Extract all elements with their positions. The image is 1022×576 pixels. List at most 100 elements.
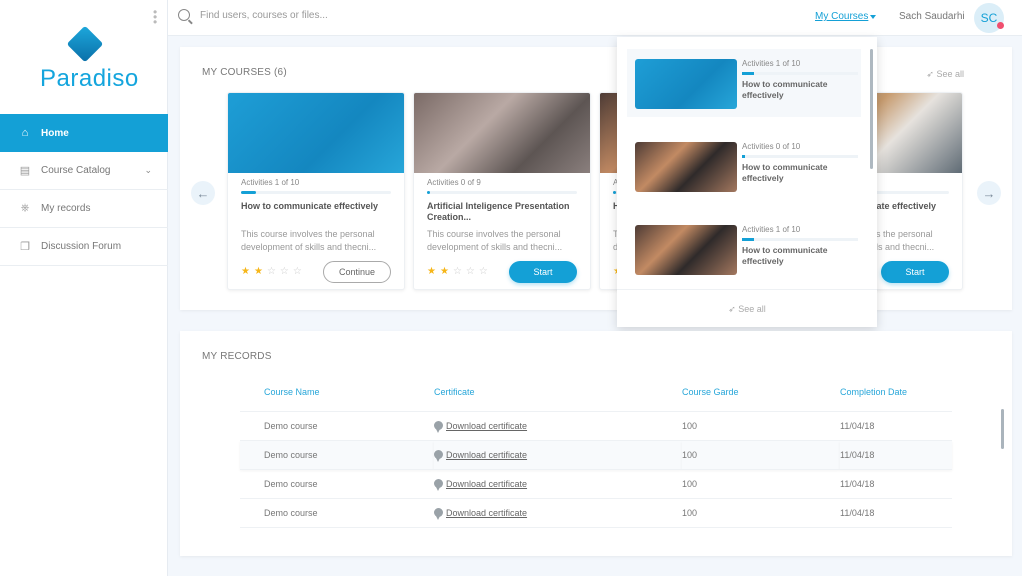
sidebar-item-home[interactable]: ⌂ Home — [0, 114, 168, 152]
certificate-cell: Download certificate — [434, 440, 682, 470]
progress-fill — [613, 191, 616, 194]
course-image[interactable] — [228, 93, 404, 173]
certificate-cell: Download certificate — [434, 498, 682, 528]
my-courses-panel: MY COURSES (6) ➶ See all ← → Activities … — [180, 47, 1012, 310]
star-icon[interactable]: ★ — [254, 266, 267, 277]
dropdown-course-item[interactable]: Activities 1 of 10 How to communicate ef… — [627, 49, 861, 117]
star-icon[interactable]: ☆ — [280, 266, 293, 277]
my-courses-dropdown: Activities 1 of 10 How to communicate ef… — [617, 37, 877, 327]
progress-fill — [427, 191, 430, 194]
course-title: How to communicate effectively — [742, 162, 828, 183]
dropdown-course-item[interactable]: Activities 1 of 10 How to communicate ef… — [627, 215, 861, 283]
completion-date-cell: 11/04/18 — [840, 440, 952, 470]
more-options-icon[interactable]: • • • — [153, 6, 157, 28]
table-row[interactable]: Demo course Download certificate 100 11/… — [240, 440, 952, 470]
star-icon[interactable]: ☆ — [453, 266, 466, 277]
course-title: How to communicate effectively — [742, 79, 828, 100]
chevron-down-icon[interactable]: ⌄ — [144, 165, 152, 176]
star-icon[interactable]: ☆ — [267, 266, 280, 277]
dropdown-see-all-link[interactable]: ➶ See all — [617, 289, 877, 327]
activities-count: Activities 1 of 10 — [241, 178, 300, 187]
dropdown-scrollbar[interactable] — [870, 49, 873, 169]
start-button[interactable]: Start — [881, 261, 949, 283]
star-icon[interactable]: ★ — [440, 266, 453, 277]
rating-stars: ★★☆☆☆ — [241, 266, 306, 277]
activities-count: Activities 0 of 9 — [427, 178, 481, 187]
start-button[interactable]: Start — [509, 261, 577, 283]
grade-cell: 100 — [682, 498, 840, 528]
dropdown-course-item[interactable]: Activities 0 of 10 How to communicate ef… — [627, 132, 861, 200]
grade-cell: 100 — [682, 469, 840, 499]
certificate-cell: Download certificate — [434, 411, 682, 441]
download-certificate-link[interactable]: Download certificate — [446, 450, 527, 460]
star-icon[interactable]: ☆ — [479, 266, 492, 277]
carousel-next-button[interactable]: → — [977, 181, 1001, 205]
records-table: Course Name Certificate Course Garde Com… — [240, 373, 952, 528]
my-courses-link[interactable]: My Courses — [815, 11, 868, 22]
records-scrollbar[interactable] — [1001, 409, 1004, 449]
star-icon[interactable]: ★ — [427, 266, 440, 277]
course-image[interactable] — [414, 93, 590, 173]
star-icon[interactable]: ☆ — [293, 266, 306, 277]
course-name-cell: Demo course — [240, 411, 434, 441]
user-name[interactable]: Sach Saudarhi — [899, 11, 965, 22]
progress-bar — [742, 155, 858, 158]
search-input[interactable] — [200, 10, 500, 21]
carousel-prev-button[interactable]: ← — [191, 181, 215, 205]
table-row[interactable]: Demo course Download certificate 100 11/… — [240, 411, 952, 441]
sidebar: • • • Paradiso ⌂ Home ▤ Course Catalog ⌄ ⎈… — [0, 0, 168, 576]
catalog-icon: ▤ — [19, 165, 31, 177]
progress-bar — [742, 72, 858, 75]
star-icon[interactable]: ☆ — [466, 266, 479, 277]
course-thumbnail — [635, 225, 737, 275]
activities-count: Activities 0 of 10 — [742, 142, 801, 151]
grade-cell: 100 — [682, 440, 840, 470]
sidebar-item-label: Home — [41, 127, 69, 139]
table-row[interactable]: Demo course Download certificate 100 11/… — [240, 469, 952, 499]
sidebar-item-discussion-forum[interactable]: ❐ Discussion Forum — [0, 228, 168, 266]
column-header[interactable]: Course Garde — [682, 373, 840, 412]
download-certificate-link[interactable]: Download certificate — [446, 421, 527, 431]
rating-stars: ★★☆☆☆ — [427, 266, 492, 277]
sidebar-item-my-records[interactable]: ⎈ My records — [0, 190, 168, 228]
course-thumbnail — [635, 142, 737, 192]
grade-cell: 100 — [682, 411, 840, 441]
forum-icon: ❐ — [20, 241, 30, 253]
course-title[interactable]: How to communicate effectively — [241, 201, 396, 212]
column-header[interactable]: Completion Date — [840, 373, 952, 412]
see-all-label: See all — [738, 304, 766, 314]
certificate-medal-icon — [434, 478, 443, 491]
sidebar-nav: ⌂ Home ▤ Course Catalog ⌄ ⎈ My records ❐… — [0, 114, 168, 266]
avatar[interactable]: SC — [974, 3, 1004, 33]
certificate-medal-icon — [434, 507, 443, 520]
course-card[interactable]: Activities 1 of 10 How to communicate ef… — [227, 92, 405, 290]
column-header[interactable]: Certificate — [434, 373, 682, 412]
section-title: MY COURSES (6) — [202, 67, 287, 78]
progress-fill — [742, 238, 754, 241]
course-card[interactable]: Activities 0 of 9 Artificial Inteligence… — [413, 92, 591, 290]
course-thumbnail — [635, 59, 737, 109]
course-description: This course involves the personal develo… — [241, 229, 377, 252]
sidebar-item-label: Course Catalog — [41, 165, 111, 176]
see-all-link[interactable]: ➶ See all — [926, 69, 964, 80]
logo[interactable]: Paradiso — [40, 25, 139, 93]
progress-fill — [742, 72, 754, 75]
course-name-cell: Demo course — [240, 498, 434, 528]
brand-name: Paradiso — [40, 65, 139, 92]
sidebar-item-label: My records — [41, 203, 91, 214]
continue-button[interactable]: Continue — [323, 261, 391, 283]
course-title: How to communicate effectively — [742, 245, 828, 266]
column-header[interactable]: Course Name — [240, 373, 434, 412]
table-row[interactable]: Demo course Download certificate 100 11/… — [240, 498, 952, 528]
notification-dot — [997, 22, 1004, 29]
download-certificate-link[interactable]: Download certificate — [446, 479, 527, 489]
completion-date-cell: 11/04/18 — [840, 411, 952, 441]
activities-count: Activities 1 of 10 — [742, 59, 801, 68]
records-icon: ⎈ — [20, 202, 30, 214]
sidebar-item-course-catalog[interactable]: ▤ Course Catalog ⌄ — [0, 152, 168, 190]
caret-down-icon[interactable] — [870, 15, 876, 19]
home-icon: ⌂ — [21, 127, 29, 139]
star-icon[interactable]: ★ — [241, 266, 254, 277]
download-certificate-link[interactable]: Download certificate — [446, 508, 527, 518]
course-title[interactable]: Artificial Inteligence Presentation Crea… — [427, 201, 582, 223]
